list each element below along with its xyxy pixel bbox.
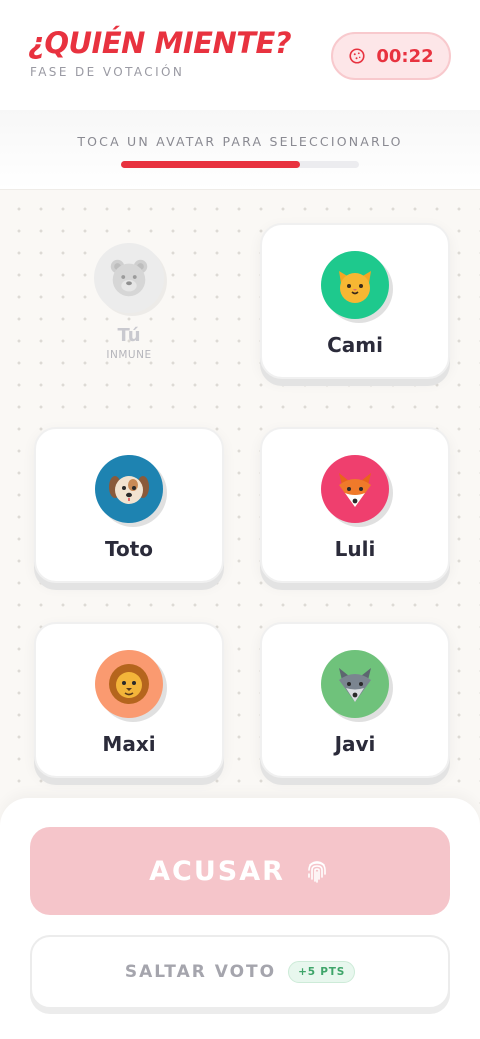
self-name: Tú [117, 325, 141, 346]
timer-badge: 00:22 [331, 32, 451, 80]
wolf-icon [339, 668, 371, 702]
player-card-cami[interactable]: Cami [260, 223, 450, 379]
fox-icon [339, 473, 371, 507]
accuse-button[interactable]: ACUSAR [30, 827, 450, 915]
skip-vote-button[interactable]: SALTAR VOTO +5 PTS [30, 935, 450, 1009]
action-panel: ACUSAR SALTAR VOTO +5 PTS [0, 798, 480, 1039]
instruction-text: TOCA UN AVATAR PARA SELECCIONARLO [77, 134, 403, 149]
cookie-timer-icon [349, 48, 365, 64]
timer-value: 00:22 [376, 45, 434, 67]
phase-subtitle: FASE DE VOTACIÓN [30, 65, 185, 79]
points-badge: +5 PTS [288, 961, 356, 983]
immune-label: INMUNE [106, 349, 152, 361]
cat-icon [339, 271, 371, 303]
bear-icon [110, 259, 148, 297]
player-card-luli[interactable]: Luli [260, 427, 450, 583]
player-card-toto[interactable]: Toto [34, 427, 224, 583]
header: ¿QUIÉN MIENTE? FASE DE VOTACIÓN 00:22 [0, 0, 480, 110]
avatar [95, 455, 163, 523]
player-name: Maxi [102, 732, 156, 756]
avatar [321, 650, 389, 718]
instruction-strip: TOCA UN AVATAR PARA SELECCIONARLO [0, 110, 480, 190]
player-card-javi[interactable]: Javi [260, 622, 450, 778]
self-avatar [94, 243, 164, 313]
player-name: Javi [334, 732, 376, 756]
vote-progress-fill [121, 161, 300, 168]
vote-progress-bar [121, 161, 359, 168]
avatar [95, 650, 163, 718]
lion-icon [109, 664, 149, 704]
page-title: ¿QUIÉN MIENTE? [28, 26, 292, 60]
player-card-maxi[interactable]: Maxi [34, 622, 224, 778]
player-name: Cami [327, 333, 383, 357]
dog-icon [109, 476, 149, 504]
self-player: Tú INMUNE [93, 243, 165, 361]
avatar [321, 251, 389, 319]
skip-vote-label: SALTAR VOTO [124, 962, 277, 982]
player-name: Toto [104, 537, 154, 561]
accuse-label: ACUSAR [149, 855, 285, 887]
avatar [321, 455, 389, 523]
fingerprint-icon [308, 861, 326, 883]
player-name: Luli [334, 537, 376, 561]
